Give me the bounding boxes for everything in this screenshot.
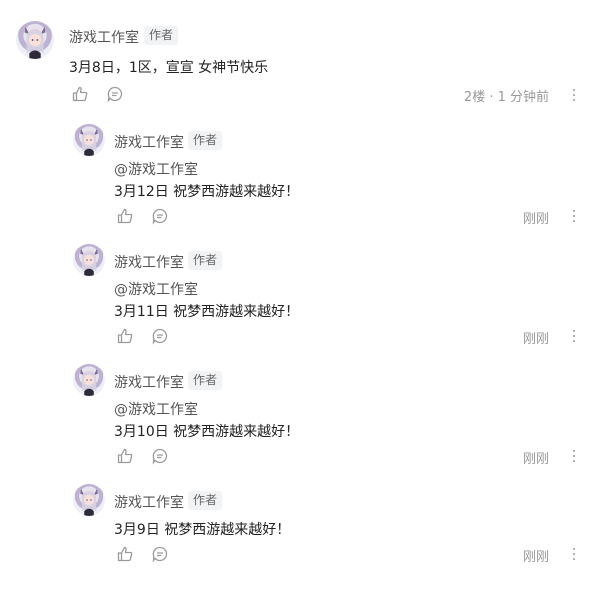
reply-text: 3月10日 祝梦西游越来越好！ (114, 424, 300, 440)
reply-text: 3月9日 祝梦西游越来越好！ (114, 522, 291, 538)
reply-author-name[interactable]: 游戏工作室 (114, 492, 184, 512)
like-icon[interactable] (116, 327, 134, 345)
reply-meta: 刚刚 (522, 332, 549, 347)
reply-icon[interactable] (151, 545, 169, 563)
reply-1: 游戏工作室 作者 @游戏工作室 3月12日 祝梦西游越来越好！ 刚刚 (0, 110, 599, 230)
reply-text: 3月11日 祝梦西游越来越好！ (114, 304, 300, 320)
reply-icon[interactable] (106, 85, 124, 103)
comment-meta: 2楼 · 1 分钟前 (463, 90, 549, 105)
reply-2: 游戏工作室 作者 @游戏工作室 3月11日 祝梦西游越来越好！ 刚刚 (0, 230, 599, 350)
reply-author-name[interactable]: 游戏工作室 (114, 132, 184, 152)
avatar[interactable] (73, 124, 105, 156)
reply-icon[interactable] (151, 447, 169, 465)
avatar[interactable] (73, 364, 105, 396)
avatar-image (24, 26, 46, 59)
comment-author-name[interactable]: 游戏工作室 (69, 27, 139, 47)
like-icon[interactable] (71, 85, 89, 103)
author-badge: 作者 (188, 131, 223, 150)
reply-3: 游戏工作室 作者 @游戏工作室 3月10日 祝梦西游越来越好！ 刚刚 (0, 350, 599, 470)
more-options-icon[interactable] (569, 207, 579, 225)
more-options-icon[interactable] (569, 545, 579, 563)
avatar-image (80, 248, 98, 276)
more-options-icon[interactable] (569, 447, 579, 465)
reply-4: 游戏工作室 作者 3月9日 祝梦西游越来越好！ 刚刚 (0, 470, 599, 593)
reply-mention[interactable]: @游戏工作室 (114, 279, 198, 299)
comment-floor-2: 游戏工作室 作者 3月8日，1区，宣宣 女神节快乐 2楼 · 1 分钟前 (0, 0, 599, 110)
avatar[interactable] (16, 21, 54, 59)
author-badge: 作者 (144, 26, 179, 45)
reply-author-name[interactable]: 游戏工作室 (114, 372, 184, 392)
reply-icon[interactable] (151, 327, 169, 345)
avatar-image (80, 368, 98, 396)
avatar[interactable] (73, 244, 105, 276)
reply-mention[interactable]: @游戏工作室 (114, 159, 198, 179)
reply-text: 3月12日 祝梦西游越来越好！ (114, 184, 300, 200)
like-icon[interactable] (116, 207, 134, 225)
author-badge: 作者 (188, 491, 223, 510)
reply-author-name[interactable]: 游戏工作室 (114, 252, 184, 272)
like-icon[interactable] (116, 447, 134, 465)
author-badge: 作者 (188, 251, 223, 270)
avatar[interactable] (73, 484, 105, 516)
reply-mention[interactable]: @游戏工作室 (114, 399, 198, 419)
avatar-image (80, 488, 98, 516)
reply-meta: 刚刚 (522, 452, 549, 467)
comment-text: 3月8日，1区，宣宣 女神节快乐 (69, 60, 269, 76)
author-badge: 作者 (188, 371, 223, 390)
like-icon[interactable] (116, 545, 134, 563)
reply-meta: 刚刚 (522, 550, 549, 565)
reply-icon[interactable] (151, 207, 169, 225)
reply-meta: 刚刚 (522, 212, 549, 227)
avatar-image (80, 128, 98, 156)
more-options-icon[interactable] (569, 86, 579, 104)
more-options-icon[interactable] (569, 327, 579, 345)
